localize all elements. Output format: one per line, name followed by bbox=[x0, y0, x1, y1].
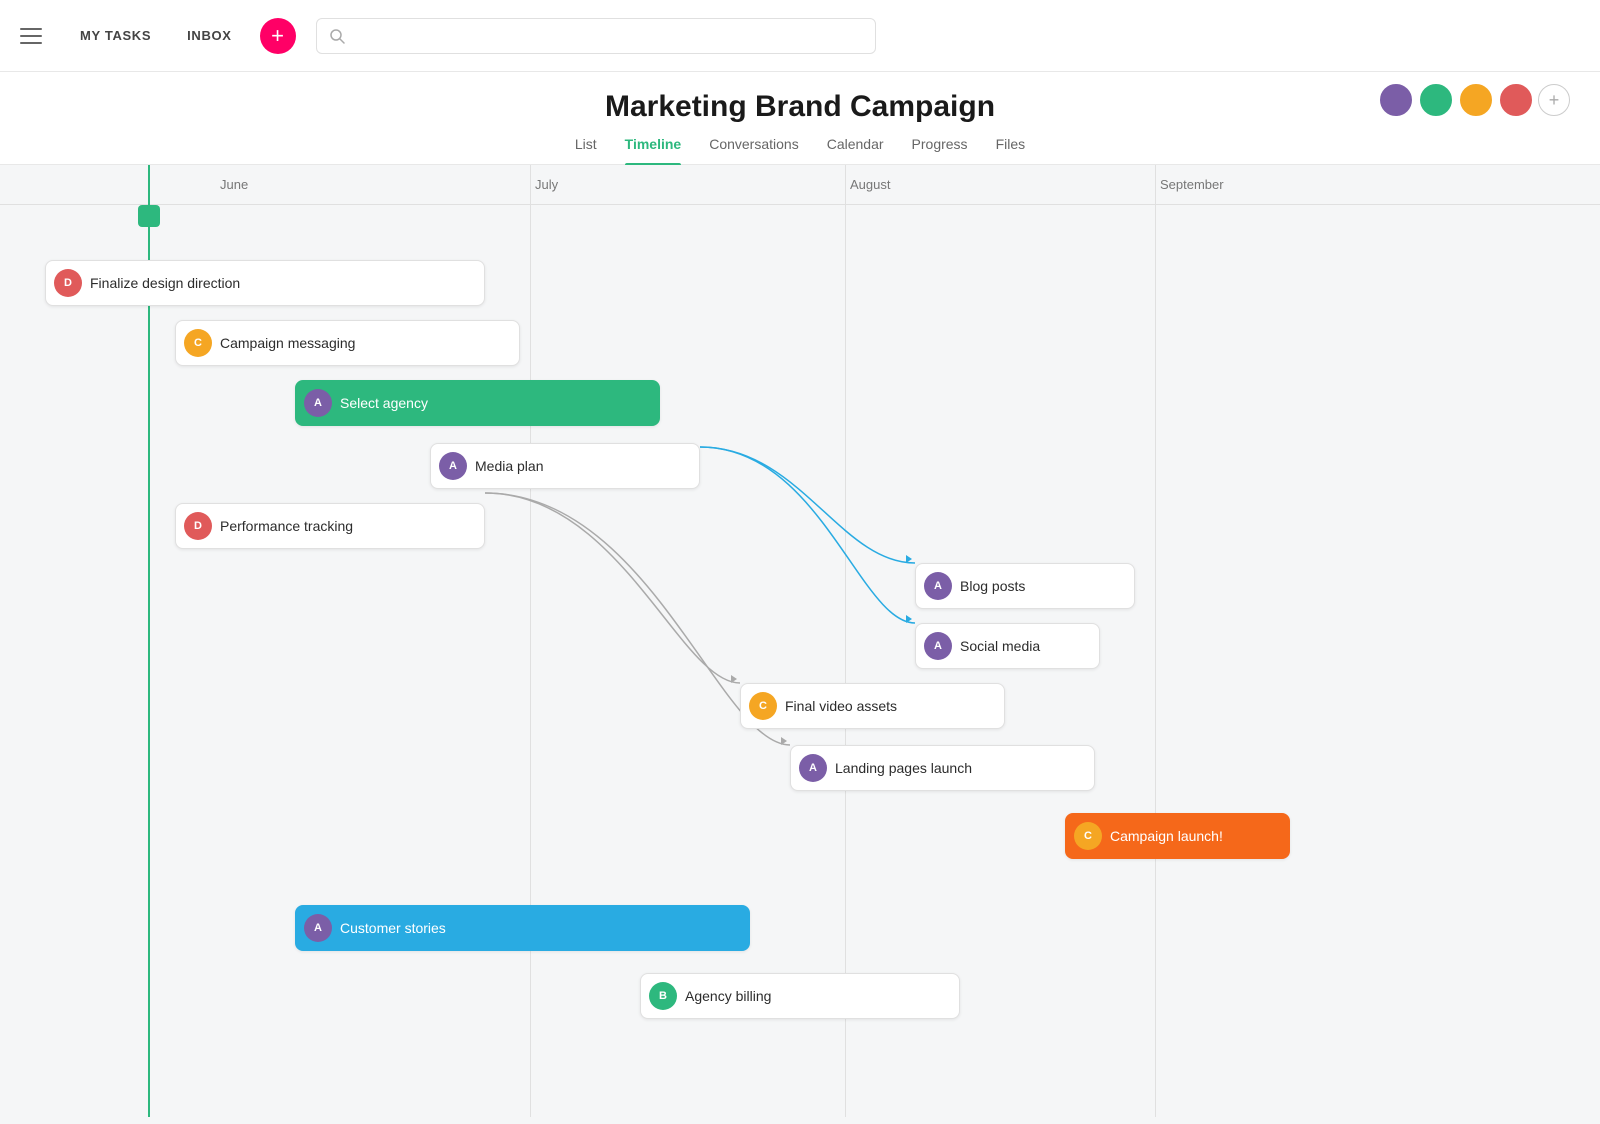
month-september: September bbox=[1160, 177, 1224, 192]
top-nav: MY TASKS INBOX + bbox=[0, 0, 1600, 72]
task-avatar-campaign-launch: C bbox=[1074, 822, 1102, 850]
task-card-agency-billing[interactable]: B Agency billing bbox=[640, 973, 960, 1019]
month-june: June bbox=[220, 177, 248, 192]
task-label-customer-stories: Customer stories bbox=[340, 920, 446, 936]
task-avatar-final-video: C bbox=[749, 692, 777, 720]
task-avatar-performance: D bbox=[184, 512, 212, 540]
month-july: July bbox=[535, 177, 558, 192]
task-avatar-landing-pages: A bbox=[799, 754, 827, 782]
search-bar[interactable] bbox=[316, 18, 876, 54]
avatar-1 bbox=[1378, 82, 1414, 118]
today-line bbox=[148, 165, 150, 1117]
task-avatar-agency-billing: B bbox=[649, 982, 677, 1010]
avatar-4 bbox=[1498, 82, 1534, 118]
task-card-media-plan[interactable]: A Media plan bbox=[430, 443, 700, 489]
search-input[interactable] bbox=[353, 28, 863, 44]
task-card-campaign-msg[interactable]: C Campaign messaging bbox=[175, 320, 520, 366]
hamburger-menu[interactable] bbox=[20, 20, 52, 52]
task-card-final-video[interactable]: C Final video assets bbox=[740, 683, 1005, 729]
month-headers: June July August September bbox=[0, 165, 1600, 205]
tab-conversations[interactable]: Conversations bbox=[709, 136, 799, 164]
task-card-social-media[interactable]: A Social media bbox=[915, 623, 1100, 669]
task-card-landing-pages[interactable]: A Landing pages launch bbox=[790, 745, 1095, 791]
task-label-finalize: Finalize design direction bbox=[90, 275, 240, 291]
task-avatar-media-plan: A bbox=[439, 452, 467, 480]
grid-line-september bbox=[1155, 165, 1156, 1117]
project-tabs: List Timeline Conversations Calendar Pro… bbox=[0, 136, 1600, 165]
task-card-customer-stories[interactable]: A Customer stories bbox=[295, 905, 750, 951]
task-avatar-customer-stories: A bbox=[304, 914, 332, 942]
today-marker bbox=[138, 205, 160, 227]
avatar-2 bbox=[1418, 82, 1454, 118]
project-title: Marketing Brand Campaign bbox=[0, 90, 1600, 124]
project-header: + Marketing Brand Campaign List Timeline… bbox=[0, 72, 1600, 165]
search-icon bbox=[329, 28, 345, 44]
task-label-select-agency: Select agency bbox=[340, 395, 428, 411]
tab-files[interactable]: Files bbox=[996, 136, 1026, 164]
task-card-performance[interactable]: D Performance tracking bbox=[175, 503, 485, 549]
avatar-group: + bbox=[1378, 82, 1570, 118]
task-label-performance: Performance tracking bbox=[220, 518, 353, 534]
task-label-blog-posts: Blog posts bbox=[960, 578, 1025, 594]
grid-line-july bbox=[530, 165, 531, 1117]
task-label-campaign-msg: Campaign messaging bbox=[220, 335, 355, 351]
task-label-campaign-launch: Campaign launch! bbox=[1110, 828, 1223, 844]
nav-inbox[interactable]: INBOX bbox=[179, 24, 239, 47]
task-avatar-blog-posts: A bbox=[924, 572, 952, 600]
month-august: August bbox=[850, 177, 890, 192]
task-card-finalize[interactable]: D Finalize design direction bbox=[45, 260, 485, 306]
add-button[interactable]: + bbox=[260, 18, 296, 54]
task-card-select-agency[interactable]: A Select agency bbox=[295, 380, 660, 426]
task-avatar-select-agency: A bbox=[304, 389, 332, 417]
timeline-container: June July August September D Finalize des… bbox=[0, 165, 1600, 1117]
task-avatar-social-media: A bbox=[924, 632, 952, 660]
task-label-agency-billing: Agency billing bbox=[685, 988, 771, 1004]
task-avatar-campaign-msg: C bbox=[184, 329, 212, 357]
task-card-blog-posts[interactable]: A Blog posts bbox=[915, 563, 1135, 609]
tab-list[interactable]: List bbox=[575, 136, 597, 164]
task-label-landing-pages: Landing pages launch bbox=[835, 760, 972, 776]
task-card-campaign-launch[interactable]: C Campaign launch! bbox=[1065, 813, 1290, 859]
add-member-button[interactable]: + bbox=[1538, 84, 1570, 116]
tab-calendar[interactable]: Calendar bbox=[827, 136, 884, 164]
nav-my-tasks[interactable]: MY TASKS bbox=[72, 24, 159, 47]
task-label-final-video: Final video assets bbox=[785, 698, 897, 714]
tab-progress[interactable]: Progress bbox=[912, 136, 968, 164]
task-avatar-finalize: D bbox=[54, 269, 82, 297]
task-label-social-media: Social media bbox=[960, 638, 1040, 654]
tab-timeline[interactable]: Timeline bbox=[625, 136, 682, 164]
task-label-media-plan: Media plan bbox=[475, 458, 544, 474]
avatar-3 bbox=[1458, 82, 1494, 118]
